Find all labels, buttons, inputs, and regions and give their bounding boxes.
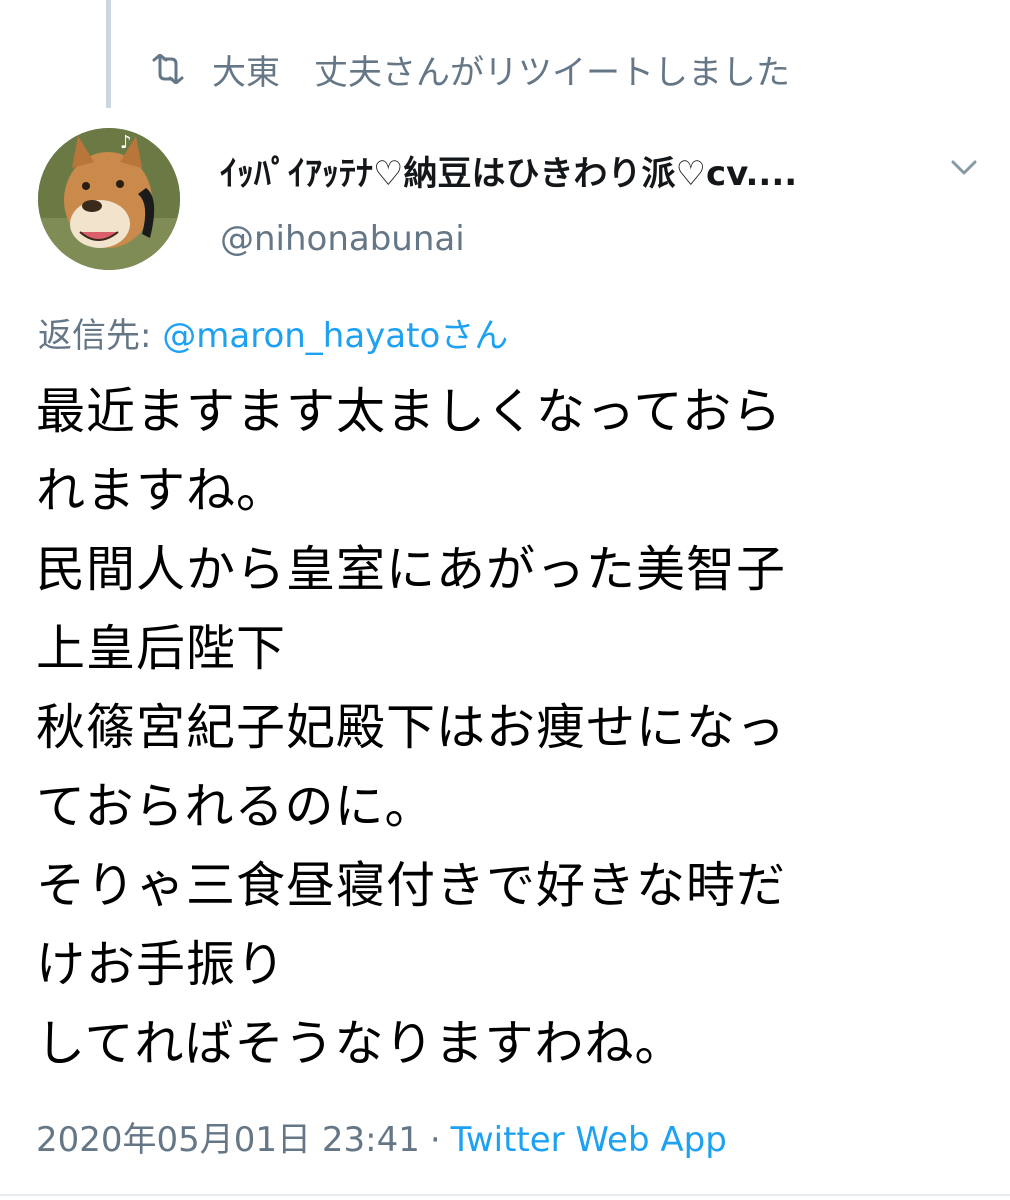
meta-separator: · xyxy=(429,1120,441,1160)
display-name[interactable]: ｲｯﾊﾟｲｱｯﾃﾅ♡納豆はひきわり派♡cv.... xyxy=(220,146,797,195)
tweet-timestamp[interactable]: 2020年05月01日 23:41 xyxy=(36,1120,420,1160)
thread-connector-line xyxy=(106,0,111,108)
tweet-source-link[interactable]: Twitter Web App xyxy=(451,1120,727,1160)
avatar[interactable]: ♪ xyxy=(38,128,180,270)
reply-context: 返信先: @maron_hayatoさん xyxy=(38,308,508,364)
author-handle[interactable]: @nihonabunai xyxy=(220,214,465,264)
retweet-context[interactable]: 大東 丈夫さんがリツイートしました xyxy=(148,44,790,94)
author-name-row[interactable]: ｲｯﾊﾟｲｱｯﾃﾅ♡納豆はひきわり派♡cv.... xyxy=(220,142,940,198)
svg-text:♪: ♪ xyxy=(120,132,132,153)
tweet-text: 最近ますます太ましくなっておら れますね。 民間人から皇室にあがった美智子 上皇… xyxy=(36,383,787,1072)
retweet-label: 大東 丈夫さんがリツイートしました xyxy=(212,52,790,93)
reply-mention-link[interactable]: @maron_hayatoさん xyxy=(162,316,508,356)
retweet-icon xyxy=(148,49,188,89)
reply-label: 返信先: xyxy=(38,316,163,356)
chevron-down-icon[interactable] xyxy=(946,150,982,186)
tweet-meta: 2020年05月01日 23:41 · Twitter Web App xyxy=(36,1112,727,1168)
divider xyxy=(0,1194,1010,1196)
